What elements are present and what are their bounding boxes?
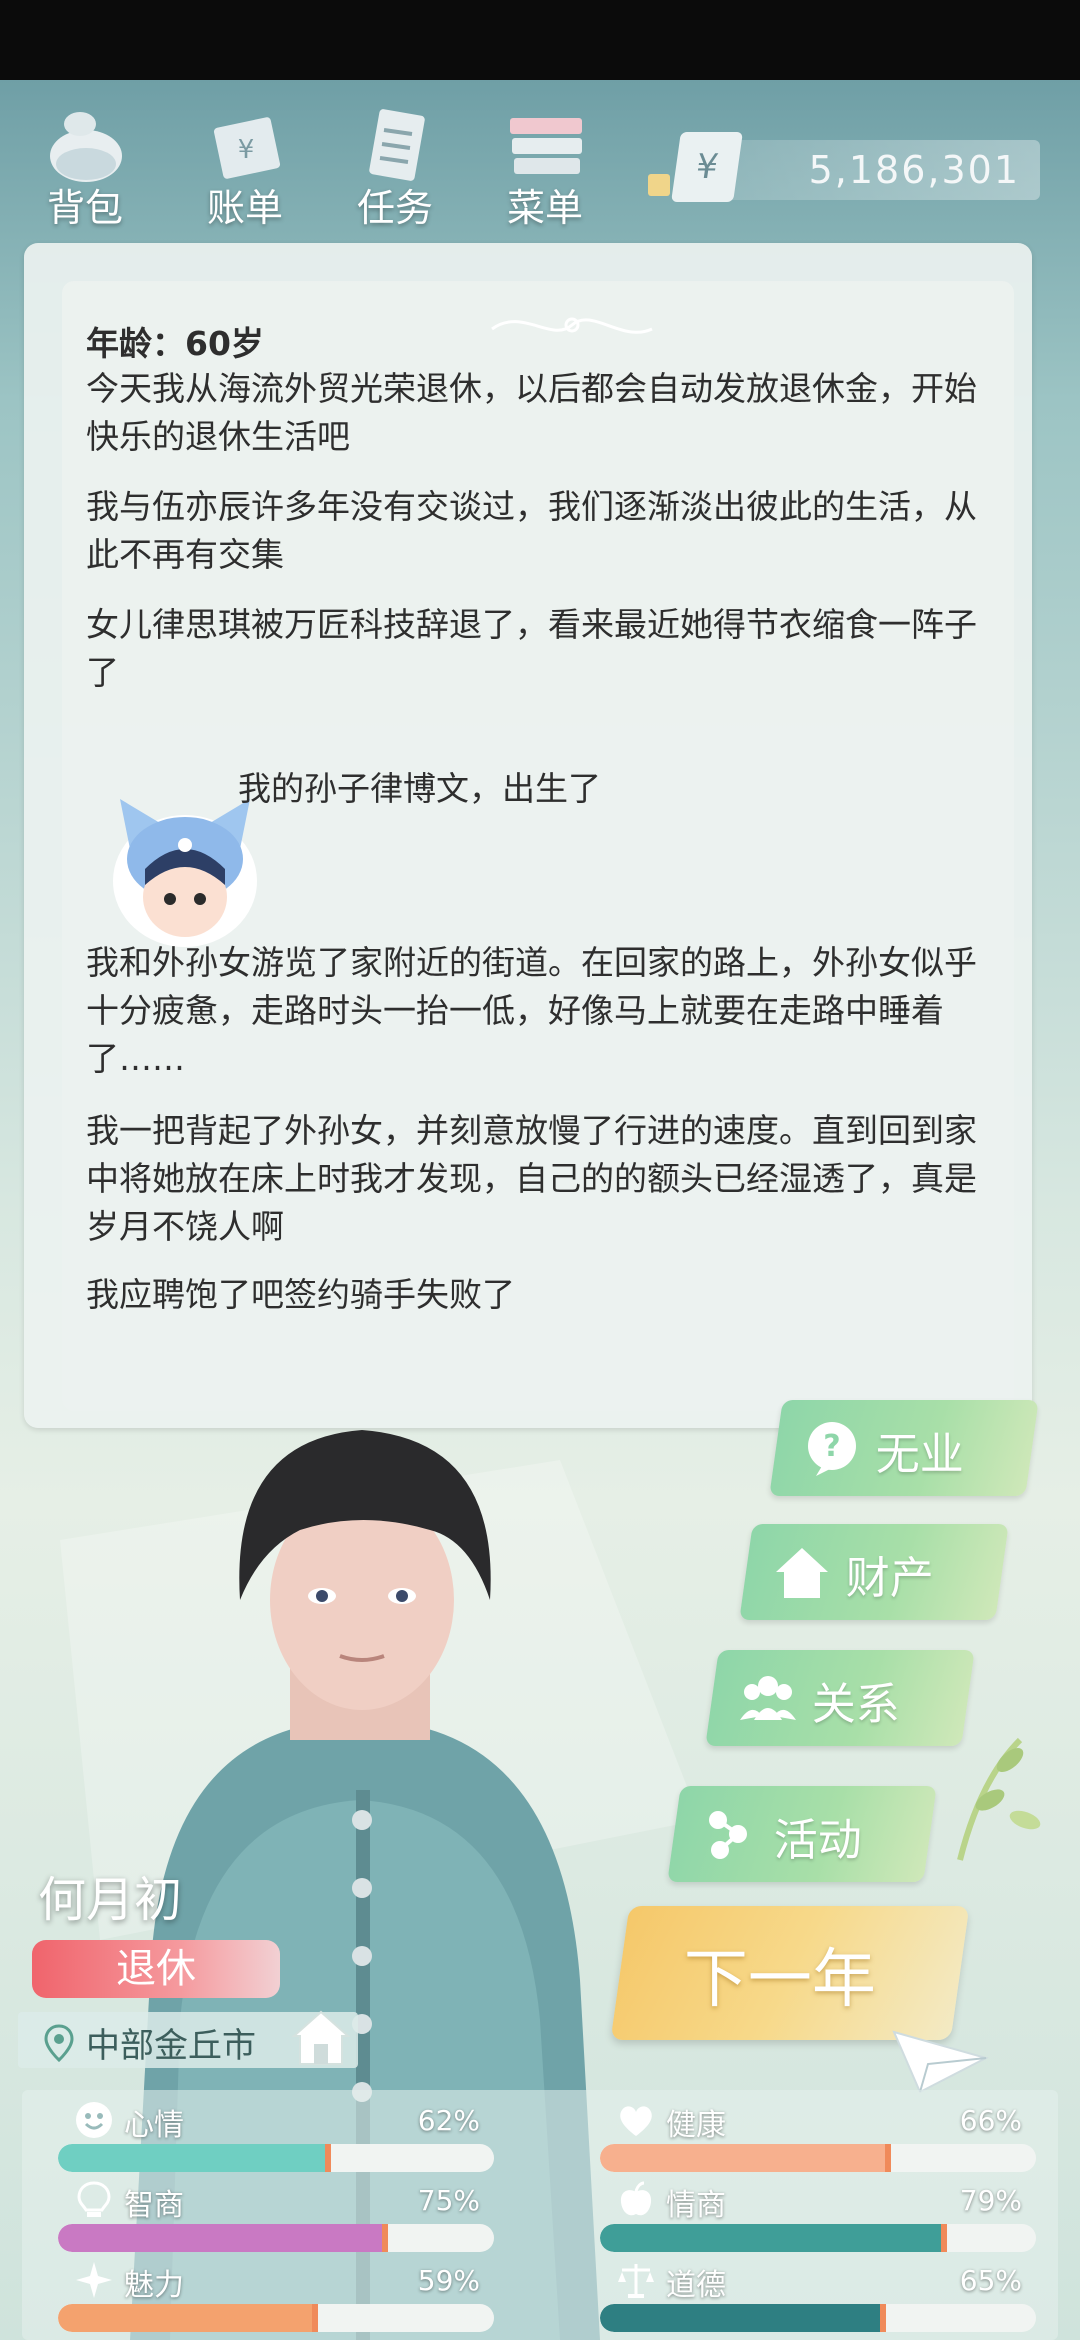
stat-bar-fill <box>58 2144 329 2172</box>
stat-health: 健康 66% <box>600 2100 1036 2172</box>
scales-icon <box>618 2264 654 2298</box>
stat-label: 情商 <box>666 2188 726 2223</box>
stat-charm: 魅力 59% <box>58 2260 494 2332</box>
coin-icon <box>648 174 670 196</box>
stat-bar-marker <box>382 2224 388 2252</box>
people-group-icon <box>740 1676 796 1720</box>
stat-bar-fill <box>600 2224 945 2252</box>
stats-panel: 心情 62% 健康 66% 智商 75% 情商 79% 魅力 59% 道德 65… <box>22 2090 1058 2340</box>
story-paragraph: 我一把背起了外孙女，并刻意放慢了行进的速度。直到回到家中将她放在床上时我才发现，… <box>86 1111 977 1246</box>
job-label: 无业 <box>875 1429 964 1480</box>
stat-bar-marker <box>325 2144 332 2172</box>
task-list-icon <box>369 109 425 181</box>
stat-bar-fill <box>58 2304 316 2332</box>
stat-bar-fill <box>600 2144 888 2172</box>
grandson-avatar <box>113 799 257 947</box>
stat-bar-fill <box>600 2304 884 2332</box>
nav-label: 任务 <box>356 186 433 230</box>
story-paragraph: 我应聘饱了吧签约骑手失败了 <box>86 1275 515 1314</box>
stat-value: 65% <box>959 2264 1022 2297</box>
nav-label: 菜单 <box>506 186 583 230</box>
story-paragraph: 我与伍亦辰许多年没有交谈过，我们逐渐淡出彼此的生活，从此不再有交集 <box>86 487 977 574</box>
question-bubble-icon: ? <box>808 1422 856 1476</box>
stat-mood: 心情 62% <box>58 2100 494 2172</box>
top-navigation-bar: 背包 ¥ 账单 任务 菜单 ¥ 5,186,301 <box>0 80 1080 250</box>
location-text: 中部金丘市 <box>86 2026 256 2066</box>
apple-icon <box>620 2181 652 2216</box>
stat-value: 66% <box>959 2104 1022 2137</box>
relations-label: 关系 <box>811 1679 900 1730</box>
stat-morality: 道德 65% <box>600 2260 1036 2332</box>
story-paragraph: 我的孙子律博文，出生了 <box>238 769 601 808</box>
smiley-icon <box>76 2102 112 2138</box>
stat-eq: 情商 79% <box>600 2180 1036 2252</box>
property-button[interactable]: 财产 <box>739 1524 1009 1620</box>
stat-bar-track <box>600 2224 1036 2252</box>
nav-backpack-button[interactable]: 背包 <box>20 80 150 240</box>
stat-bar-marker <box>941 2224 948 2252</box>
next-year-button[interactable]: 下一年 <box>610 1906 970 2040</box>
stat-bar-marker <box>312 2304 319 2332</box>
age-line: 年龄：60岁 <box>86 324 264 363</box>
stat-label: 智商 <box>124 2188 184 2223</box>
stat-label: 心情 <box>124 2108 184 2143</box>
stat-iq: 智商 75% <box>58 2180 494 2252</box>
stat-value: 75% <box>417 2184 480 2217</box>
money-display: ¥ 5,186,301 <box>648 132 1040 202</box>
ornament-icon <box>491 317 653 334</box>
next-year-label: 下一年 <box>683 1943 876 2017</box>
stat-bar-track <box>600 2304 1036 2332</box>
molecule-icon <box>709 1811 747 1859</box>
relations-button[interactable]: 关系 <box>705 1650 975 1746</box>
home-icon[interactable] <box>286 2002 356 2072</box>
lightbulb-brain-icon <box>77 2181 111 2217</box>
nav-menu-button[interactable]: 菜单 <box>480 80 610 240</box>
stat-bar-marker <box>880 2304 887 2332</box>
sparkle-icon <box>76 2262 112 2298</box>
stat-bar-fill <box>58 2224 385 2252</box>
story-log-content: 年龄：60岁 今天我从海流外贸光荣退休，以后都会自动发放退休金，开始快乐的退休生… <box>62 281 1014 1411</box>
menu-cards-icon <box>510 118 582 174</box>
activities-label: 活动 <box>773 1815 862 1866</box>
property-label: 财产 <box>845 1553 934 1604</box>
svg-text:¥: ¥ <box>238 135 255 165</box>
story-paragraph: 今天我从海流外贸光荣退休，以后都会自动发放退休金，开始快乐的退休生活吧 <box>86 369 977 456</box>
stat-label: 魅力 <box>124 2268 184 2303</box>
stat-value: 59% <box>417 2264 480 2297</box>
stat-bar-track <box>58 2224 494 2252</box>
heart-icon <box>620 2106 652 2136</box>
job-button[interactable]: ? 无业 <box>769 1400 1039 1496</box>
nav-label: 背包 <box>46 186 123 230</box>
stat-label: 道德 <box>666 2268 726 2303</box>
stat-value: 62% <box>417 2104 480 2137</box>
nav-label: 账单 <box>206 186 283 230</box>
house-icon <box>776 1548 828 1598</box>
story-paragraph: 我和外孙女游览了家附近的街道。在回家的路上，外孙女似乎十分疲惫，走路时头一抬一低… <box>86 943 977 1078</box>
nav-task-button[interactable]: 任务 <box>330 80 460 240</box>
backpack-icon <box>50 112 122 182</box>
bill-icon: ¥ <box>213 117 281 179</box>
svg-text:?: ? <box>823 1429 840 1464</box>
stat-bar-marker <box>884 2144 891 2172</box>
stat-bar-track <box>600 2144 1036 2172</box>
money-amount: 5,186,301 <box>808 148 1020 192</box>
stat-bar-track <box>58 2304 494 2332</box>
stat-value: 79% <box>959 2184 1022 2217</box>
stat-label: 健康 <box>666 2108 726 2143</box>
nav-bill-button[interactable]: ¥ 账单 <box>180 80 310 240</box>
status-badge: 退休 <box>32 1940 280 1998</box>
location-pin-icon <box>44 2024 74 2062</box>
activities-button[interactable]: 活动 <box>667 1786 937 1882</box>
story-paragraph: 女儿律思琪被万匠科技辞退了，看来最近她得节衣缩食一阵子了 <box>86 605 977 692</box>
story-log-panel[interactable]: 年龄：60岁 今天我从海流外贸光荣退休，以后都会自动发放退休金，开始快乐的退休生… <box>24 243 1032 1428</box>
yen-icon: ¥ <box>671 132 743 202</box>
stat-bar-track <box>58 2144 494 2172</box>
character-name: 何月初 <box>38 1872 183 1928</box>
